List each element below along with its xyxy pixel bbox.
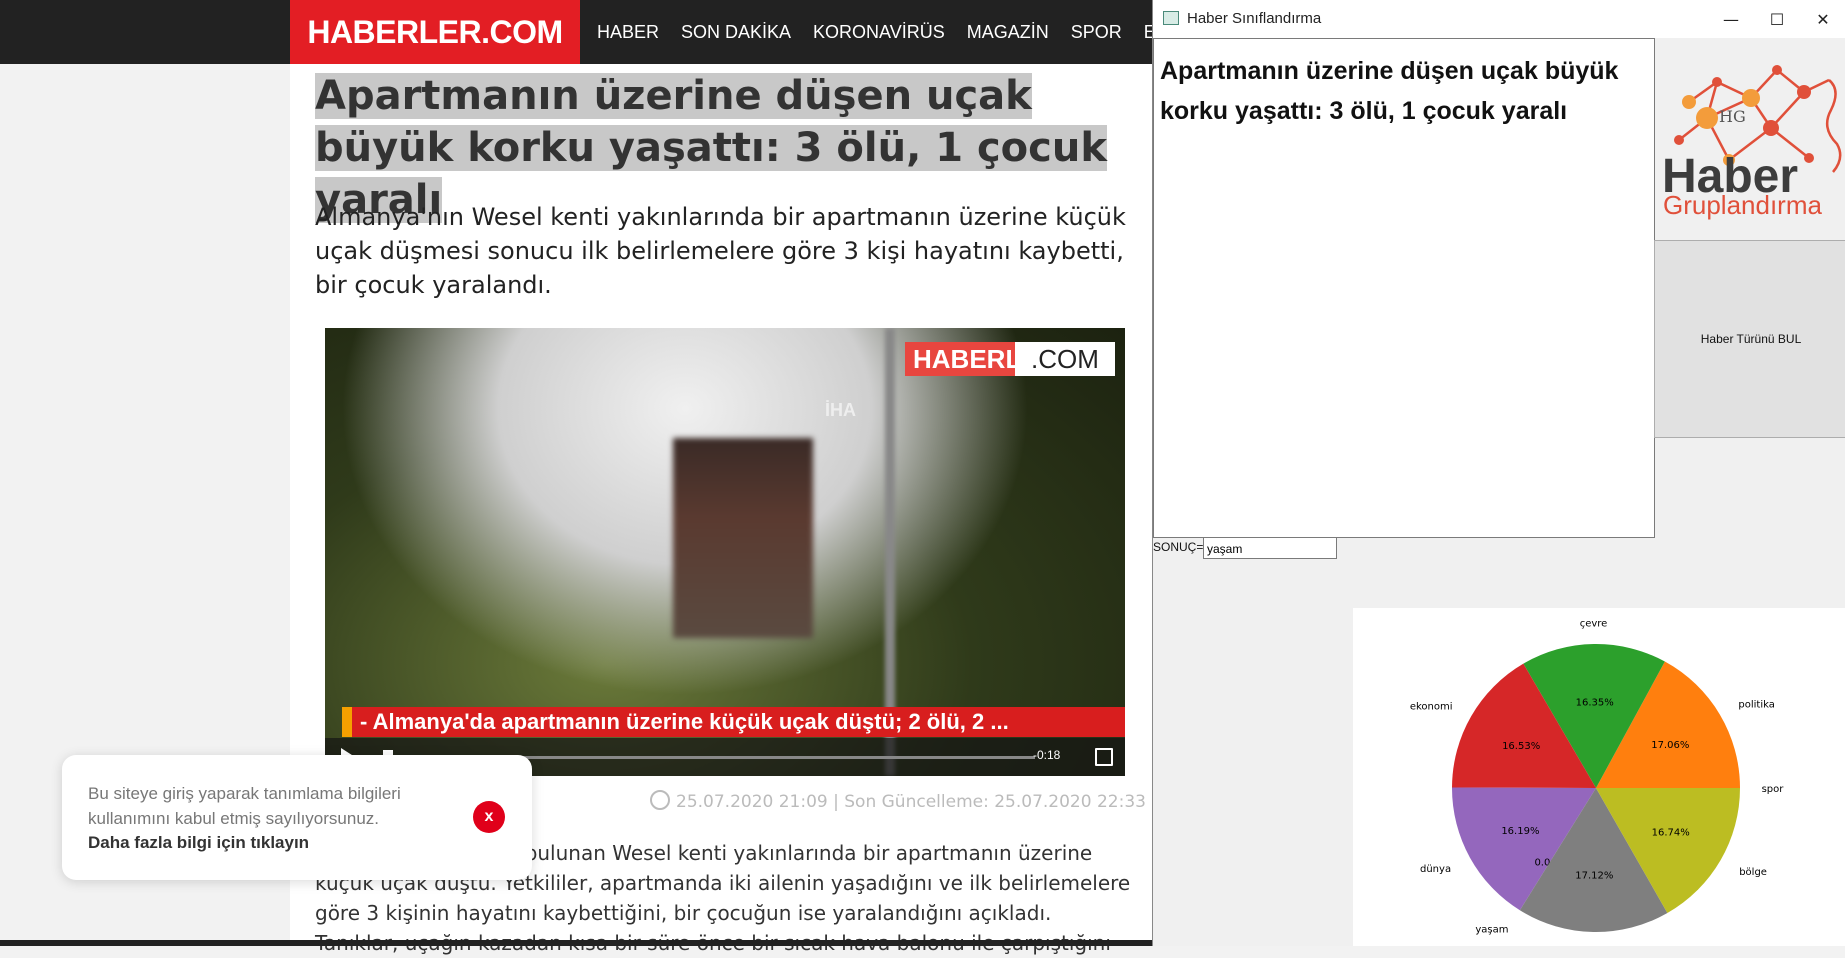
window-title: Haber Sınıflandırma [1187, 10, 1322, 27]
pie-label-bölge: bölge [1739, 867, 1767, 878]
fullscreen-icon[interactable] [1095, 748, 1113, 766]
video-watermark-logo-suffix: .COM [1015, 342, 1115, 376]
result-field[interactable]: yaşam [1203, 537, 1337, 559]
cookie-banner: Bu siteye giriş yaparak tanımlama bilgil… [62, 755, 532, 880]
nav-item-koronavirus[interactable]: KORONAVİRÜS [813, 22, 945, 43]
pie-value-ekonomi: 16.53% [1502, 741, 1540, 752]
network-logo-graphic: HG Haber Gruplandırma [1662, 65, 1842, 220]
pie-label-çevre: çevre [1580, 618, 1608, 629]
close-button[interactable]: ✕ [1800, 0, 1845, 38]
video-ticker: - Almanya'da apartmanın üzerine küçük uç… [342, 707, 1125, 737]
agency-watermark: İHA [825, 400, 856, 420]
pie-value-dünya: 16.19% [1501, 826, 1539, 837]
article-summary: Almanya'nın Wesel kenti yakınlarında bir… [315, 203, 1126, 299]
find-news-type-button[interactable]: Haber Türünü BUL [1654, 240, 1845, 438]
dateline-text: 25.07.2020 21:09 | Son Güncelleme: 25.07… [676, 792, 1146, 812]
title-bar: Haber Sınıflandırma — ☐ ✕ [1153, 0, 1845, 38]
minimize-button[interactable]: — [1708, 0, 1754, 38]
clock-icon [650, 790, 670, 810]
result-label: SONUÇ= [1153, 540, 1204, 554]
video-frame-building [673, 438, 813, 638]
news-text-content: Apartmanın üzerine düşen uçak büyük kork… [1160, 57, 1619, 125]
article-dateline: 25.07.2020 21:09 | Son Güncelleme: 25.07… [650, 790, 1146, 812]
bottom-bar [0, 940, 1152, 946]
video-time-remaining: -0:18 [1033, 748, 1061, 762]
pie-label-ekonomi: ekonomi [1410, 701, 1453, 712]
pie-value-medya: 17.12% [1575, 870, 1613, 881]
pie-chart-svg: spor0.00%politika17.06%çevre16.35%ekonom… [1410, 618, 1785, 958]
pie-label-spor: spor [1762, 784, 1785, 795]
pie-label-dünya: dünya [1420, 864, 1451, 875]
nav-item-magazin[interactable]: MAGAZİN [967, 22, 1049, 43]
site-logo[interactable]: HABERLER.COM [290, 0, 580, 64]
cookie-more-info-link[interactable]: Daha fazla bilgi için tıklayın [88, 833, 309, 853]
nav-item-haber[interactable]: HABER [597, 22, 659, 43]
pie-value-bölge: 16.74% [1652, 827, 1690, 838]
nav-item-ekonomi[interactable]: EKO [1144, 22, 1152, 43]
nav-item-spor[interactable]: SPOR [1071, 22, 1122, 43]
maximize-button[interactable]: ☐ [1754, 0, 1800, 38]
pie-value-politika: 17.06% [1651, 740, 1689, 751]
nav-item-son-dakika[interactable]: SON DAKİKA [681, 22, 791, 43]
video-player[interactable]: HABERLER .COM İHA - Almanya'da apartmanı… [325, 328, 1125, 776]
cookie-close-button[interactable]: x [473, 801, 505, 833]
app-icon [1163, 11, 1179, 25]
pie-label-politika: politika [1738, 699, 1774, 710]
logo-mark: HG [1719, 107, 1746, 126]
news-text-area[interactable]: Apartmanın üzerine düşen uçak büyük kork… [1153, 38, 1655, 538]
app-logo: HG Haber Gruplandırma [1659, 40, 1845, 240]
category-pie-chart: spor0.00%politika17.06%çevre16.35%ekonom… [1353, 608, 1845, 958]
logo-text-sub: Gruplandırma [1663, 190, 1822, 220]
pie-value-çevre: 16.35% [1576, 698, 1614, 709]
app-window: Haber Sınıflandırma — ☐ ✕ Apartmanın üze… [1152, 0, 1845, 958]
site-nav: HABER SON DAKİKA KORONAVİRÜS MAGAZİN SPO… [597, 0, 1152, 64]
cookie-text: Bu siteye giriş yaparak tanımlama bilgil… [88, 784, 401, 828]
pie-label-yaşam: yaşam [1475, 925, 1508, 936]
